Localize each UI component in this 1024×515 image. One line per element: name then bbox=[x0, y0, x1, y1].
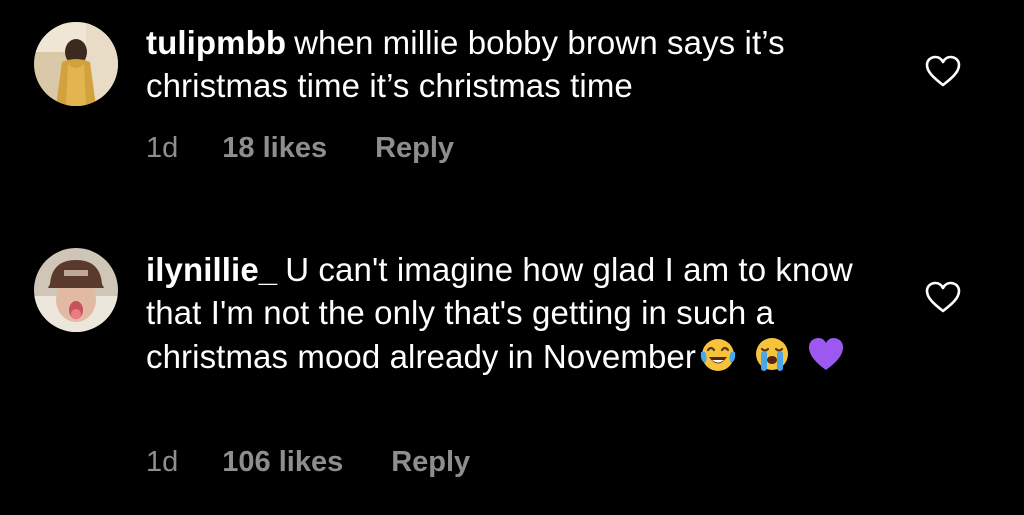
emoji-loudly-crying-face-icon bbox=[752, 334, 792, 374]
comment-time: 1d bbox=[146, 132, 179, 164]
comment-body: ilynillie_ U can't imagine how glad I am … bbox=[146, 248, 906, 378]
comment-time: 1d bbox=[146, 446, 179, 478]
emoji-face-with-tears-of-joy-icon bbox=[698, 334, 738, 374]
like-heart-icon[interactable] bbox=[924, 280, 962, 314]
comment-meta: 1d 18 likes Reply bbox=[146, 132, 454, 165]
comment-body: tulipmbb when millie bobby brown says it’… bbox=[146, 21, 896, 107]
like-heart-icon[interactable] bbox=[924, 54, 962, 88]
avatar[interactable] bbox=[34, 248, 118, 332]
comments-list: tulipmbb when millie bobby brown says it’… bbox=[0, 0, 1024, 515]
comment-username[interactable]: tulipmbb bbox=[146, 24, 286, 61]
reply-button[interactable]: Reply bbox=[375, 132, 454, 165]
comment-likes[interactable]: 18 likes bbox=[222, 132, 327, 165]
comment-likes[interactable]: 106 likes bbox=[222, 446, 343, 479]
comment-meta: 1d 106 likes Reply bbox=[146, 446, 470, 479]
comment-username[interactable]: ilynillie_ bbox=[146, 251, 277, 288]
emoji-purple-heart-icon bbox=[806, 334, 846, 374]
reply-button[interactable]: Reply bbox=[391, 446, 470, 479]
avatar[interactable] bbox=[34, 22, 118, 106]
